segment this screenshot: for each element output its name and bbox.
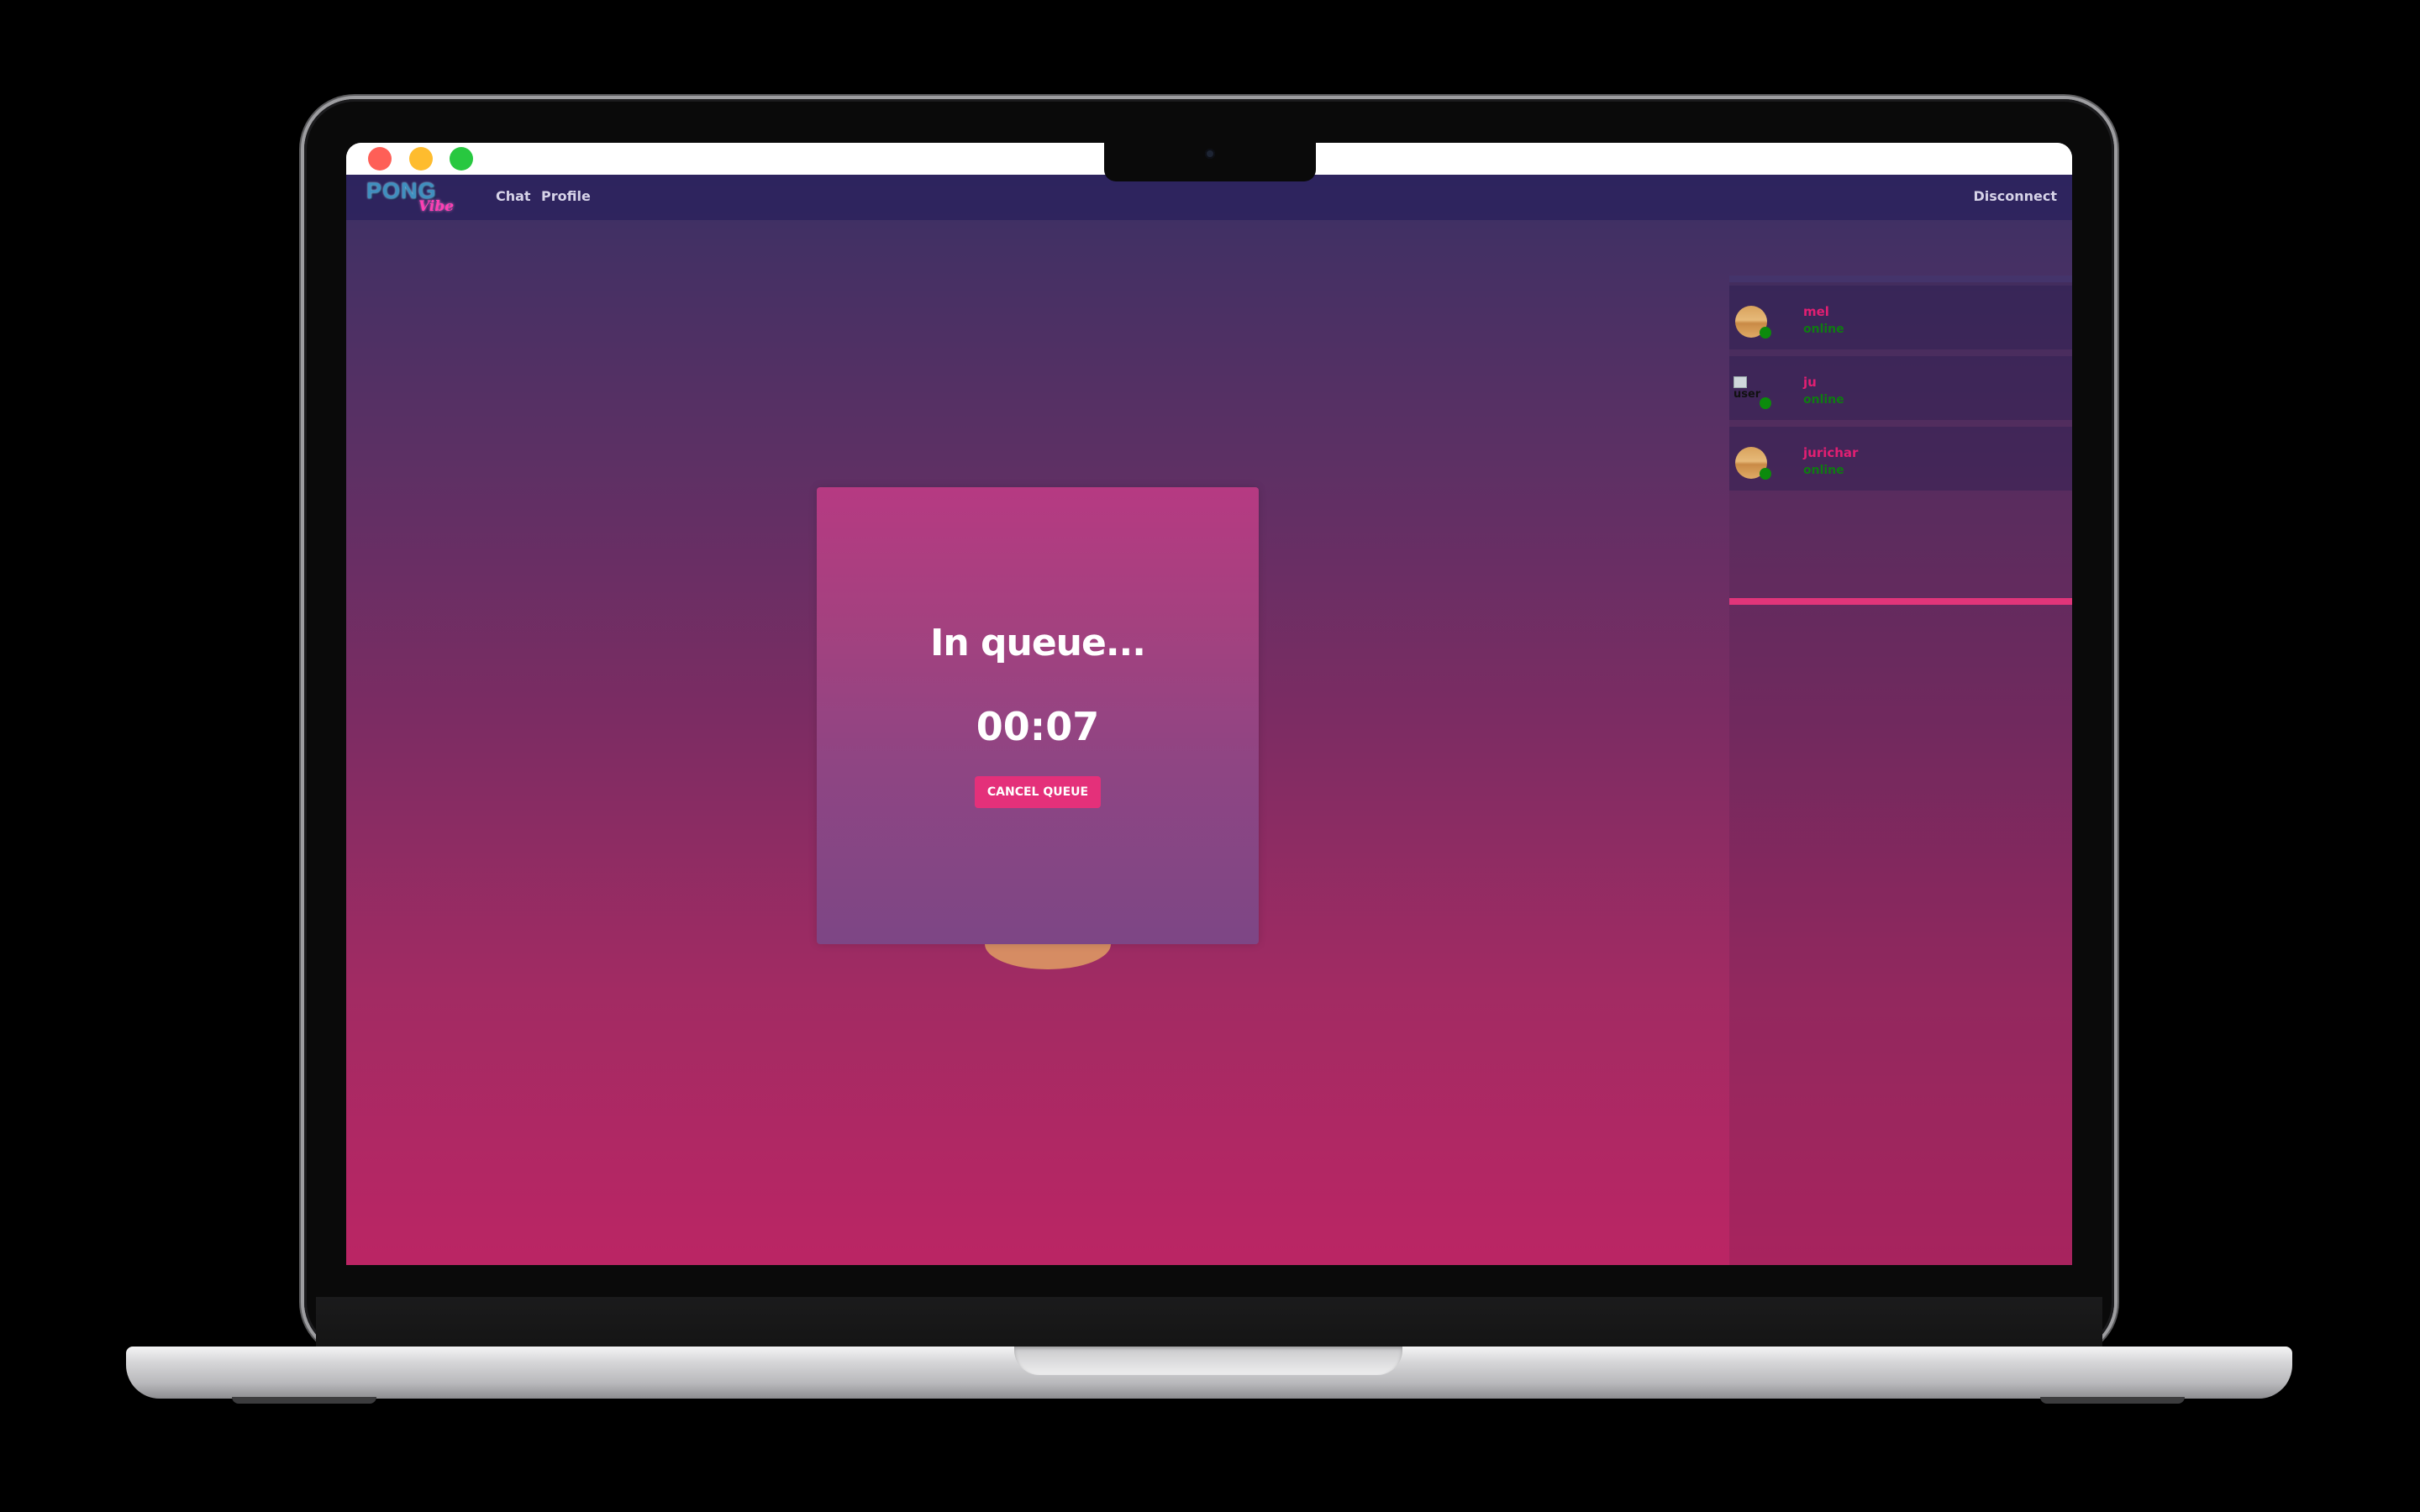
cancel-queue-button[interactable]: CANCEL QUEUE [975,776,1101,808]
laptop-foot [232,1397,376,1404]
disconnect-link[interactable]: Disconnect [1973,188,2057,204]
online-status-dot [1760,397,1771,409]
laptop-foot [2040,1397,2185,1404]
friend-status: online [1803,393,1844,407]
nav-chat-link[interactable]: Chat [496,188,531,204]
laptop-bezel [316,1297,2102,1349]
close-window-button[interactable] [368,147,392,171]
pong-app: PONG Vibe Chat Profile Disconnect mel on… [346,175,2072,1265]
queue-timer: 00:07 [976,704,1100,749]
friend-name: ju [1803,375,1817,390]
friend-status: online [1803,323,1844,336]
friend-row[interactable]: jurichar online [1729,427,2072,491]
top-navbar: PONG Vibe Chat Profile Disconnect [346,175,2072,220]
laptop-opening-notch [1014,1347,1402,1375]
friends-panel-header [1729,276,2072,282]
zoom-window-button[interactable] [450,147,473,171]
friends-list-underline [1729,598,2072,605]
queue-title: In queue... [930,622,1146,664]
friend-name: jurichar [1803,445,1859,460]
queue-modal: In queue... 00:07 CANCEL QUEUE [817,487,1259,944]
friend-status: online [1803,464,1844,477]
friend-row[interactable]: user ju online [1729,356,2072,420]
friend-row[interactable]: mel online [1729,286,2072,349]
friend-name: mel [1803,304,1829,319]
avatar-alt-text: user [1733,388,1761,401]
minimize-window-button[interactable] [409,147,433,171]
broken-image-icon [1733,376,1747,388]
online-status-dot [1760,327,1771,339]
pong-vibe-logo[interactable]: PONG Vibe [366,178,454,220]
nav-profile-link[interactable]: Profile [541,188,591,204]
friends-panel: mel online user ju online jurichar onlin… [1729,276,2072,1265]
logo-script: Vibe [418,198,455,215]
screen: PONG Vibe Chat Profile Disconnect mel on… [346,143,2072,1265]
camera-icon [1205,149,1215,159]
online-status-dot [1760,468,1771,480]
